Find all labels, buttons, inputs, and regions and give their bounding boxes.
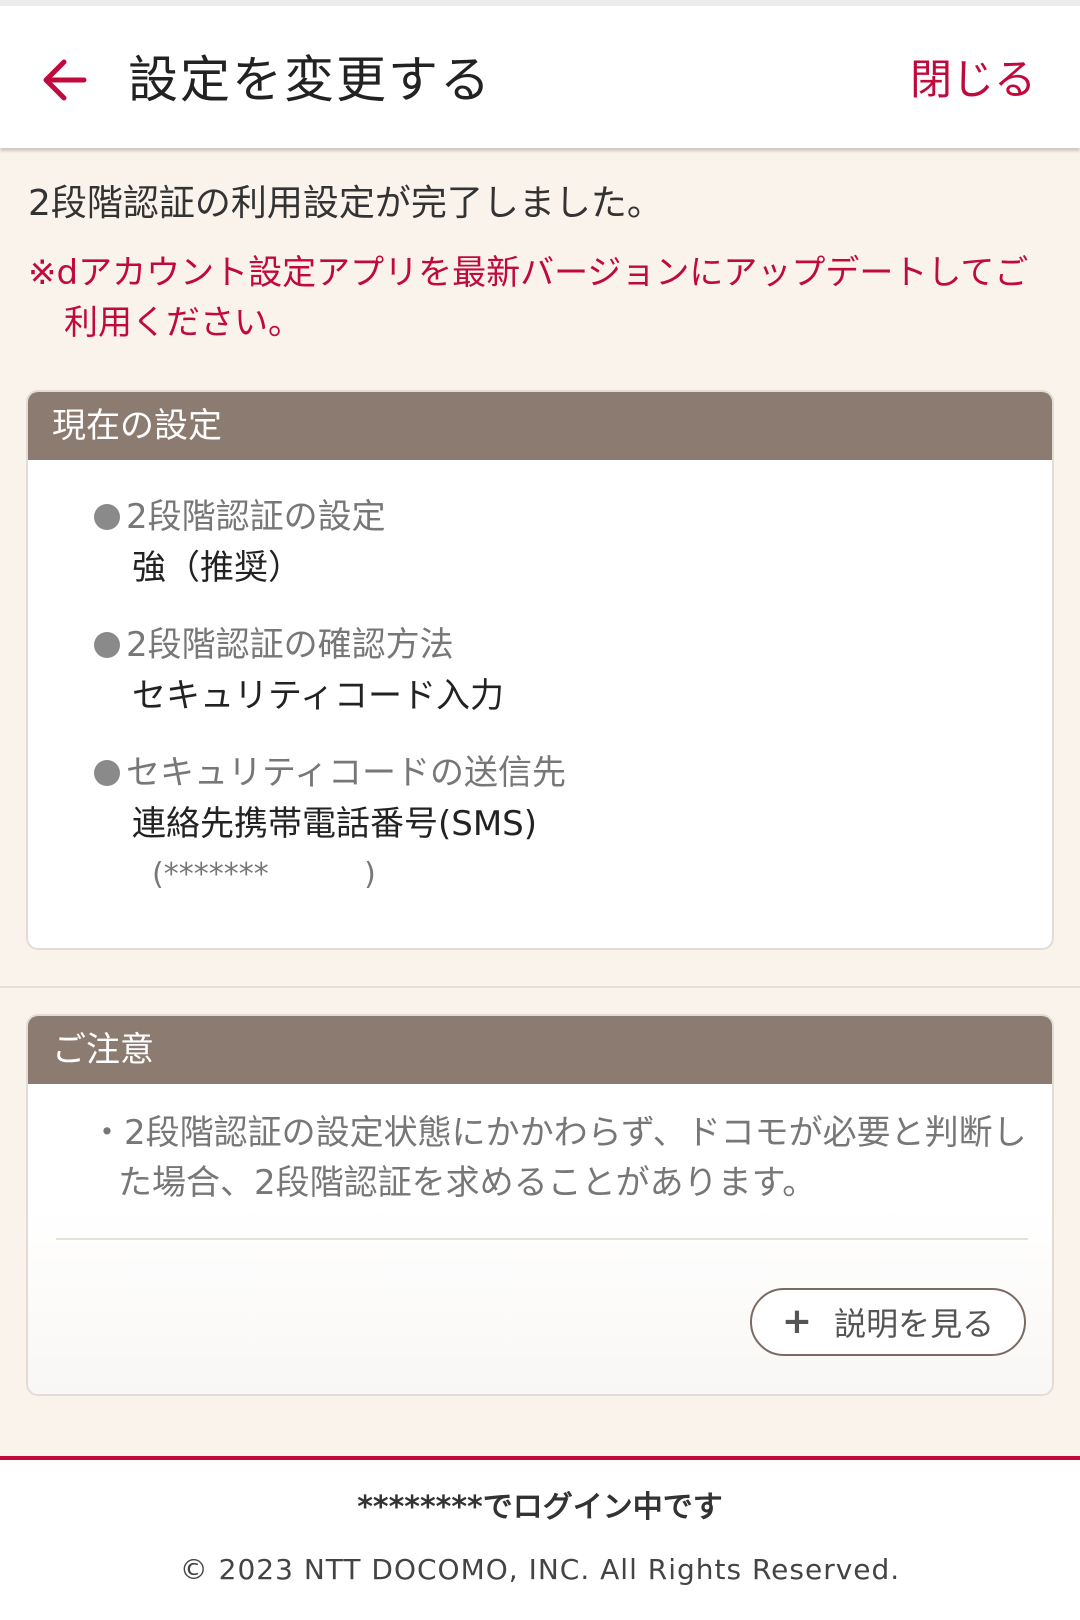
- update-notice: ※dアカウント設定アプリを最新バージョンにアップデートしてご利用ください。: [28, 253, 1029, 343]
- bullet-dot-icon: [94, 760, 120, 786]
- app-header: 設定を変更する 閉じる: [0, 0, 1080, 148]
- main-content: 2段階認証の利用設定が完了しました。 ※dアカウント設定アプリを最新バージョンに…: [0, 148, 1080, 1456]
- bullet-dot-icon: [94, 632, 120, 658]
- completion-message: 2段階認証の利用設定が完了しました。: [28, 183, 663, 224]
- copyright: © 2023 NTT DOCOMO, INC. All Rights Reser…: [179, 1553, 901, 1586]
- back-button[interactable]: [34, 50, 94, 110]
- page-title: 設定を変更する: [128, 51, 492, 109]
- bullet-dot-icon: [94, 504, 120, 530]
- current-settings-header: 現在の設定: [28, 392, 1052, 460]
- setting-value: セキュリティコード入力: [132, 676, 504, 716]
- setting-value: 連絡先携帯電話番号(SMS): [132, 804, 538, 844]
- masked-phone-number: (******* ): [152, 857, 376, 892]
- setting-value: 強（推奨）: [132, 548, 302, 588]
- show-explanation-label: 説明を見る: [834, 1305, 995, 1343]
- setting-item-code-destination: セキュリティコードの送信先 連絡先携帯電話番号(SMS) (******* ): [94, 748, 566, 900]
- setting-label: 2段階認証の確認方法: [126, 625, 454, 665]
- show-explanation-button[interactable]: + 説明を見る: [750, 1288, 1026, 1356]
- section-divider: [0, 986, 1080, 988]
- setting-item-auth-level: 2段階認証の設定 強（推奨）: [94, 492, 386, 594]
- caution-divider: [56, 1238, 1028, 1240]
- caution-header: ご注意: [28, 1016, 1052, 1084]
- login-status: ********でログイン中です: [357, 1490, 723, 1525]
- close-button[interactable]: 閉じる: [910, 50, 1036, 110]
- arrow-left-icon: [43, 59, 87, 101]
- setting-item-auth-method: 2段階認証の確認方法 セキュリティコード入力: [94, 620, 504, 722]
- setting-label: セキュリティコードの送信先: [126, 753, 566, 793]
- caution-card: ご注意 ・2段階認証の設定状態にかかわらず、ドコモが必要と判断した場合、2段階認…: [26, 1014, 1054, 1396]
- current-settings-card: 現在の設定 2段階認証の設定 強（推奨） 2段階認証の確認方法 セキュリティコー…: [26, 390, 1054, 950]
- setting-label: 2段階認証の設定: [126, 497, 386, 537]
- page-footer: ********でログイン中です © 2023 NTT DOCOMO, INC.…: [0, 1456, 1080, 1620]
- caution-text: ・2段階認証の設定状態にかかわらず、ドコモが必要と判断した場合、2段階認証を求め…: [90, 1113, 1027, 1203]
- plus-icon: +: [781, 1301, 813, 1342]
